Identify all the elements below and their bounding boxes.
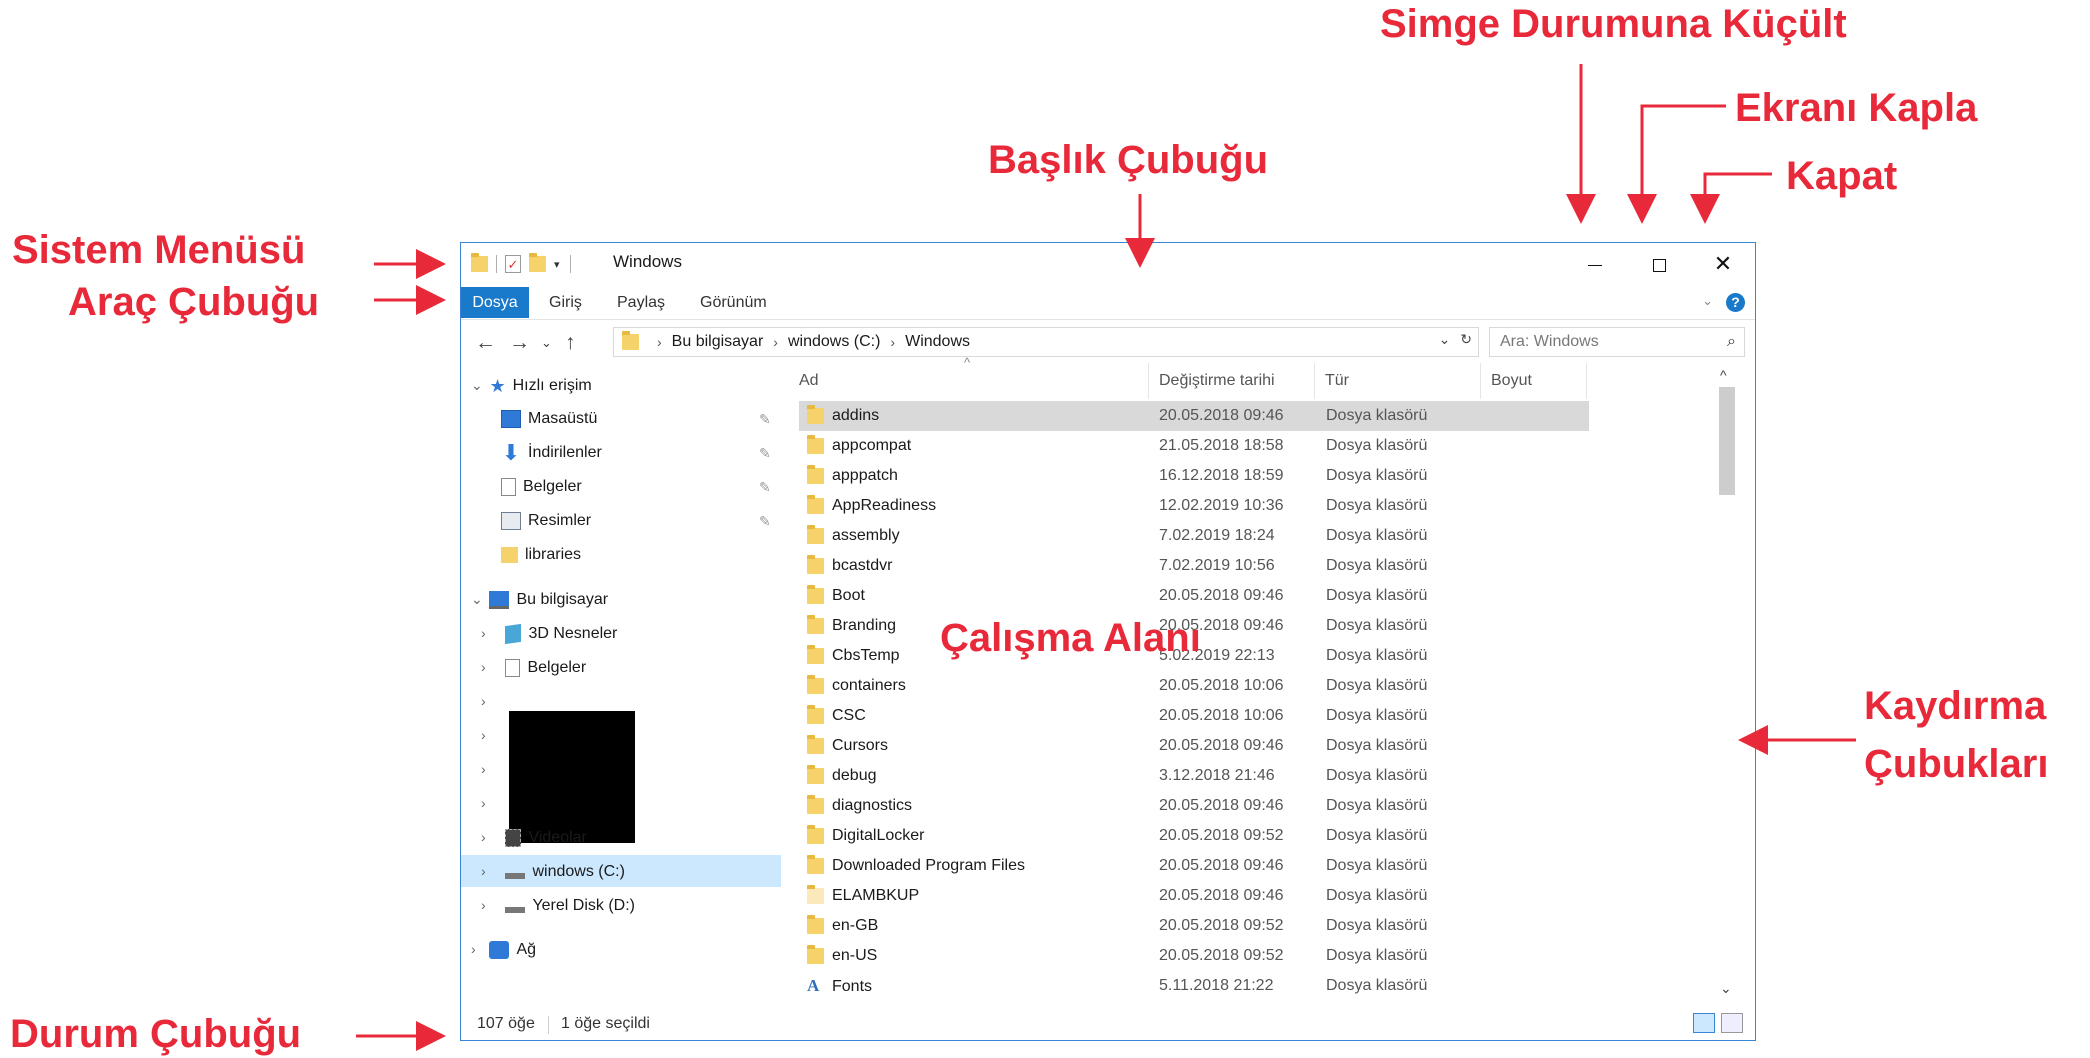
annotation-arrows: [356, 64, 1856, 1051]
maximize-arrow: [1627, 104, 1726, 224]
close-arrow: [1690, 172, 1772, 224]
